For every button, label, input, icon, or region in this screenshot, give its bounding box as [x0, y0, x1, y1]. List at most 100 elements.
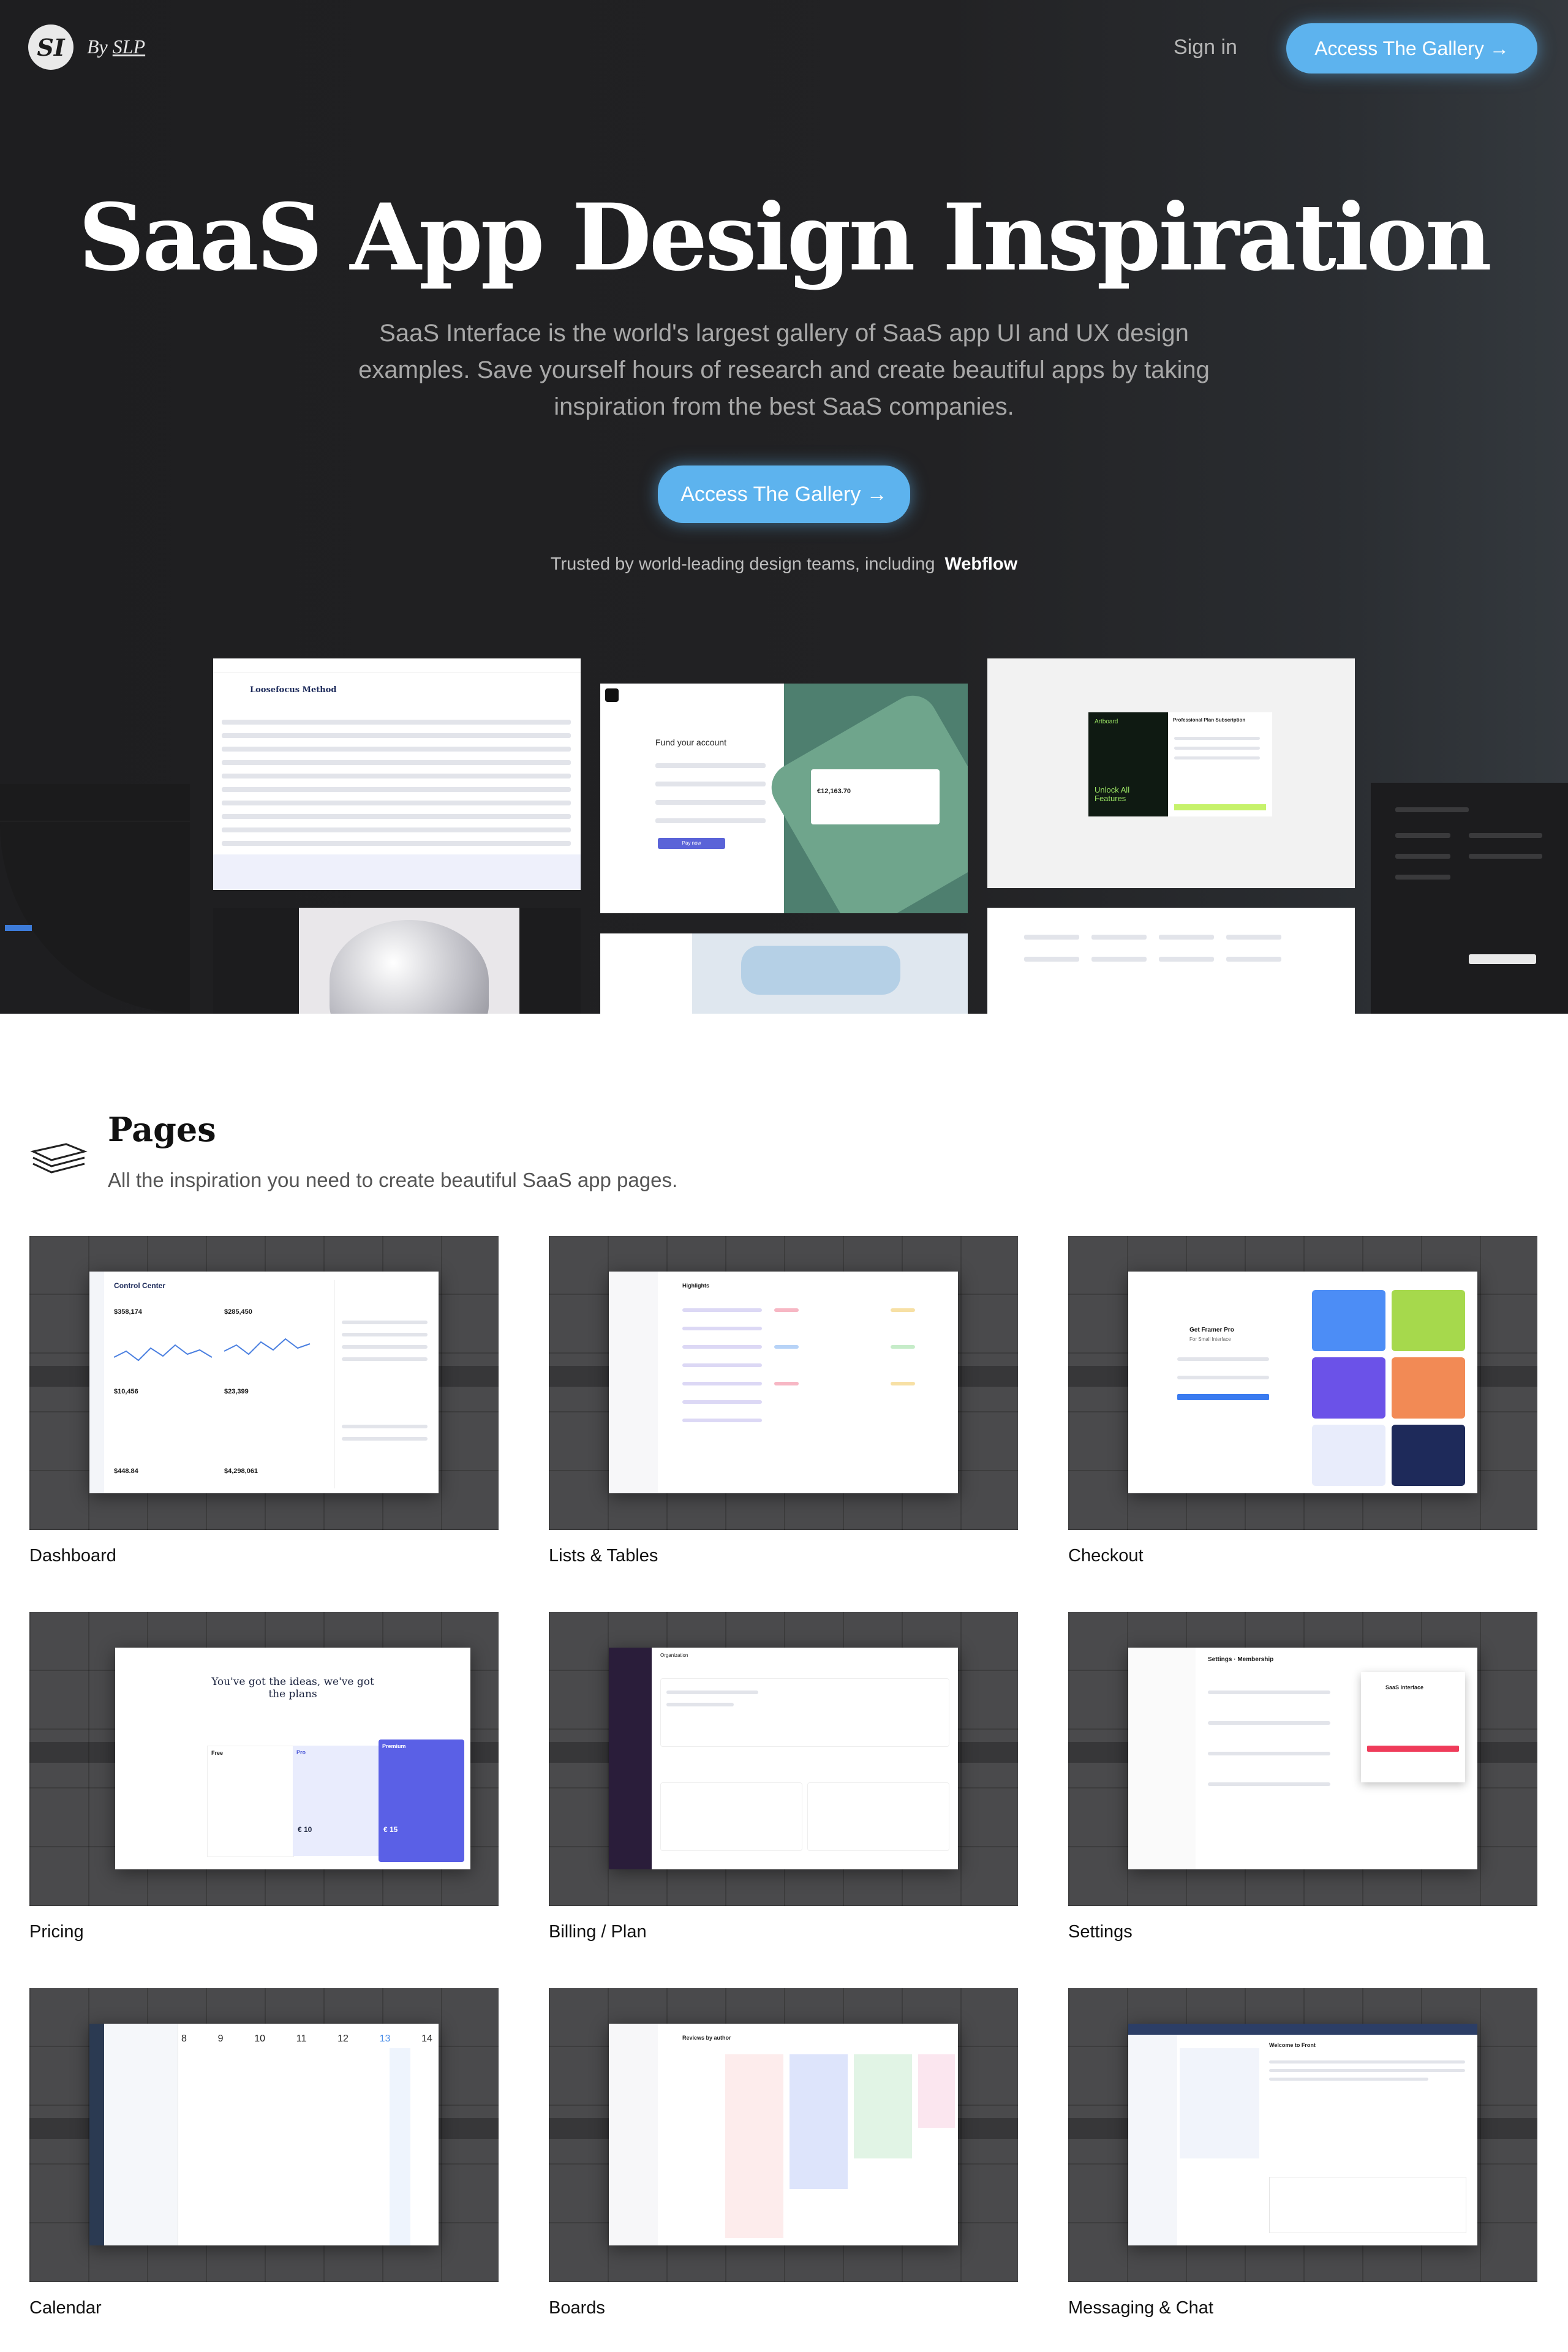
by-brand: SLP — [112, 36, 146, 58]
showcase-curved-card — [0, 784, 190, 1014]
page-card-checkout[interactable]: Get Framer Pro For Small Interface Check… — [1068, 1236, 1537, 1566]
pages-stack-icon — [29, 1133, 88, 1176]
lists-tables-thumbnail[interactable]: Highlights — [549, 1236, 1018, 1530]
boards-inner-title: Reviews by author — [682, 2035, 731, 2041]
showcase-table-shot[interactable]: Loosefocus Method — [213, 658, 581, 890]
page-card-settings[interactable]: Settings · Membership SaaS Interface Set… — [1068, 1612, 1537, 1942]
lists-tables-preview: Highlights — [609, 1272, 958, 1493]
page-card-billing[interactable]: Organization Billing / Plan — [549, 1612, 1018, 1942]
page-label[interactable]: Pricing — [29, 1922, 499, 1942]
dashboard-stat: $448.84 — [114, 1468, 138, 1475]
ai-button[interactable] — [1469, 954, 1536, 964]
hero-section: SI By SLP Sign in Access The Gallery → S… — [0, 0, 1568, 1014]
pages-subtitle: All the inspiration you need to create b… — [108, 1169, 678, 1191]
logo-mark[interactable]: SI — [28, 24, 74, 70]
calendar-preview: 8 9 10 11 12 13 14 — [89, 2024, 439, 2245]
calendar-day[interactable]: 9 — [218, 2034, 224, 2045]
calendar-day[interactable]: 12 — [337, 2034, 349, 2045]
table-shot-footer — [213, 854, 581, 890]
by-slp-link[interactable]: By SLP — [87, 36, 145, 58]
unlock-text: Unlock All Features — [1095, 785, 1130, 803]
calendar-day[interactable]: 11 — [296, 2034, 307, 2045]
dashboard-stat: $285,450 — [224, 1308, 252, 1316]
calendar-day[interactable]: 14 — [421, 2034, 432, 2045]
billing-thumbnail[interactable]: Organization — [549, 1612, 1018, 1906]
page-card-calendar[interactable]: 8 9 10 11 12 13 14 Calendar — [29, 1988, 499, 2318]
dashboard-thumbnail[interactable]: Control Center $358,174 $285,450 $10,456… — [29, 1236, 499, 1530]
settings-modal-title: SaaS Interface — [1385, 1684, 1424, 1691]
messaging-inner-title: Welcome to Front — [1269, 2042, 1316, 2048]
boards-thumbnail[interactable]: Reviews by author — [549, 1988, 1018, 2282]
showcase-map-shot[interactable] — [600, 933, 968, 1014]
billing-inner-title: Organization — [660, 1653, 688, 1658]
curve-card-highlight — [5, 925, 32, 931]
settings-inner-title: Settings · Membership — [1208, 1656, 1274, 1663]
subscription-card: Professional Plan Subscription — [1168, 712, 1272, 816]
access-gallery-button-hero[interactable]: Access The Gallery → — [658, 466, 910, 523]
pages-title: Pages — [108, 1110, 216, 1149]
page-card-messaging[interactable]: Welcome to Front Messaging & Chat — [1068, 1988, 1537, 2318]
pricing-plan-premium-price: € 15 — [383, 1825, 398, 1834]
settings-thumbnail[interactable]: Settings · Membership SaaS Interface — [1068, 1612, 1537, 1906]
page-label[interactable]: Settings — [1068, 1922, 1537, 1942]
dashboard-stat: $4,298,061 — [224, 1468, 258, 1475]
lists-inner-title: Highlights — [682, 1283, 709, 1289]
pricing-plan-pro: Pro — [296, 1749, 306, 1755]
pricing-preview: You've got the ideas, we've got the plan… — [115, 1648, 470, 1869]
by-prefix: By — [87, 36, 108, 58]
showcase-ai-shot[interactable] — [1371, 783, 1568, 1014]
fund-pay-button[interactable]: Pay now — [658, 838, 725, 849]
hero-title: SaaS App Design Inspiration — [78, 184, 1492, 292]
trusted-text: Trusted by world-leading design teams, i… — [550, 554, 935, 574]
access-gallery-button-top[interactable]: Access The Gallery → — [1286, 23, 1537, 74]
messaging-thumbnail[interactable]: Welcome to Front — [1068, 1988, 1537, 2282]
page-card-dashboard[interactable]: Control Center $358,174 $285,450 $10,456… — [29, 1236, 499, 1566]
dashboard-inner-title: Control Center — [114, 1281, 165, 1290]
table-shot-header — [213, 658, 581, 673]
fund-amount-card: €12,163.70 — [811, 769, 940, 824]
calendar-days: 8 9 10 11 12 13 14 — [181, 2034, 432, 2045]
page-label[interactable]: Dashboard — [29, 1546, 499, 1566]
dashboard-stat: $23,399 — [224, 1388, 249, 1395]
showcase-board-shot[interactable] — [987, 908, 1355, 1014]
subscription-title: Professional Plan Subscription — [1173, 717, 1246, 723]
page-label[interactable]: Lists & Tables — [549, 1546, 1018, 1566]
calendar-day[interactable]: 13 — [380, 2034, 391, 2045]
sign-in-link[interactable]: Sign in — [1174, 36, 1237, 59]
dashboard-line-chart — [114, 1338, 311, 1362]
fund-title: Fund your account — [655, 737, 726, 747]
page-label[interactable]: Messaging & Chat — [1068, 2298, 1537, 2318]
3d-shape — [330, 920, 489, 1014]
page-card-boards[interactable]: Reviews by author Boards — [549, 1988, 1018, 2318]
calendar-thumbnail[interactable]: 8 9 10 11 12 13 14 — [29, 1988, 499, 2282]
showcase-3d-shot[interactable] — [213, 908, 581, 1014]
page-label[interactable]: Checkout — [1068, 1546, 1537, 1566]
page-card-pricing[interactable]: You've got the ideas, we've got the plan… — [29, 1612, 499, 1942]
checkout-buy-button[interactable] — [1177, 1394, 1269, 1400]
curve-card-toolbar — [0, 784, 190, 821]
dashboard-stat: $358,174 — [114, 1308, 142, 1316]
dashboard-preview: Control Center $358,174 $285,450 $10,456… — [89, 1272, 439, 1493]
page-label[interactable]: Billing / Plan — [549, 1922, 1018, 1942]
page-label[interactable]: Boards — [549, 2298, 1018, 2318]
3d-left-panel — [213, 908, 299, 1014]
settings-modal-button[interactable] — [1367, 1746, 1459, 1752]
subscription-button[interactable] — [1174, 804, 1266, 810]
page-card-lists-tables[interactable]: Highlights Lists & Tables — [549, 1236, 1018, 1566]
map-sidebar — [600, 933, 692, 1014]
dashboard-stat: $10,456 — [114, 1388, 138, 1395]
pricing-thumbnail[interactable]: You've got the ideas, we've got the plan… — [29, 1612, 499, 1906]
calendar-day[interactable]: 10 — [254, 2034, 265, 2045]
page-label[interactable]: Calendar — [29, 2298, 499, 2318]
pricing-inner-title: You've got the ideas, we've got the plan… — [211, 1676, 374, 1700]
table-shot-title: Loosefocus Method — [250, 685, 337, 695]
calendar-day[interactable]: 8 — [181, 2034, 187, 2045]
showcase-unlock-shot[interactable]: Artboard Unlock All Features Professiona… — [987, 658, 1355, 888]
showcase-fund-shot[interactable]: Fund your account Pay now €12,163.70 — [600, 684, 968, 913]
pricing-plan-free: Free — [211, 1750, 224, 1756]
pricing-plan-pro-price: € 10 — [298, 1825, 312, 1834]
webflow-brand: Webflow — [944, 554, 1018, 574]
checkout-thumbnail[interactable]: Get Framer Pro For Small Interface — [1068, 1236, 1537, 1530]
pricing-plan-premium: Premium — [382, 1743, 406, 1749]
fund-amount: €12,163.70 — [817, 788, 851, 795]
